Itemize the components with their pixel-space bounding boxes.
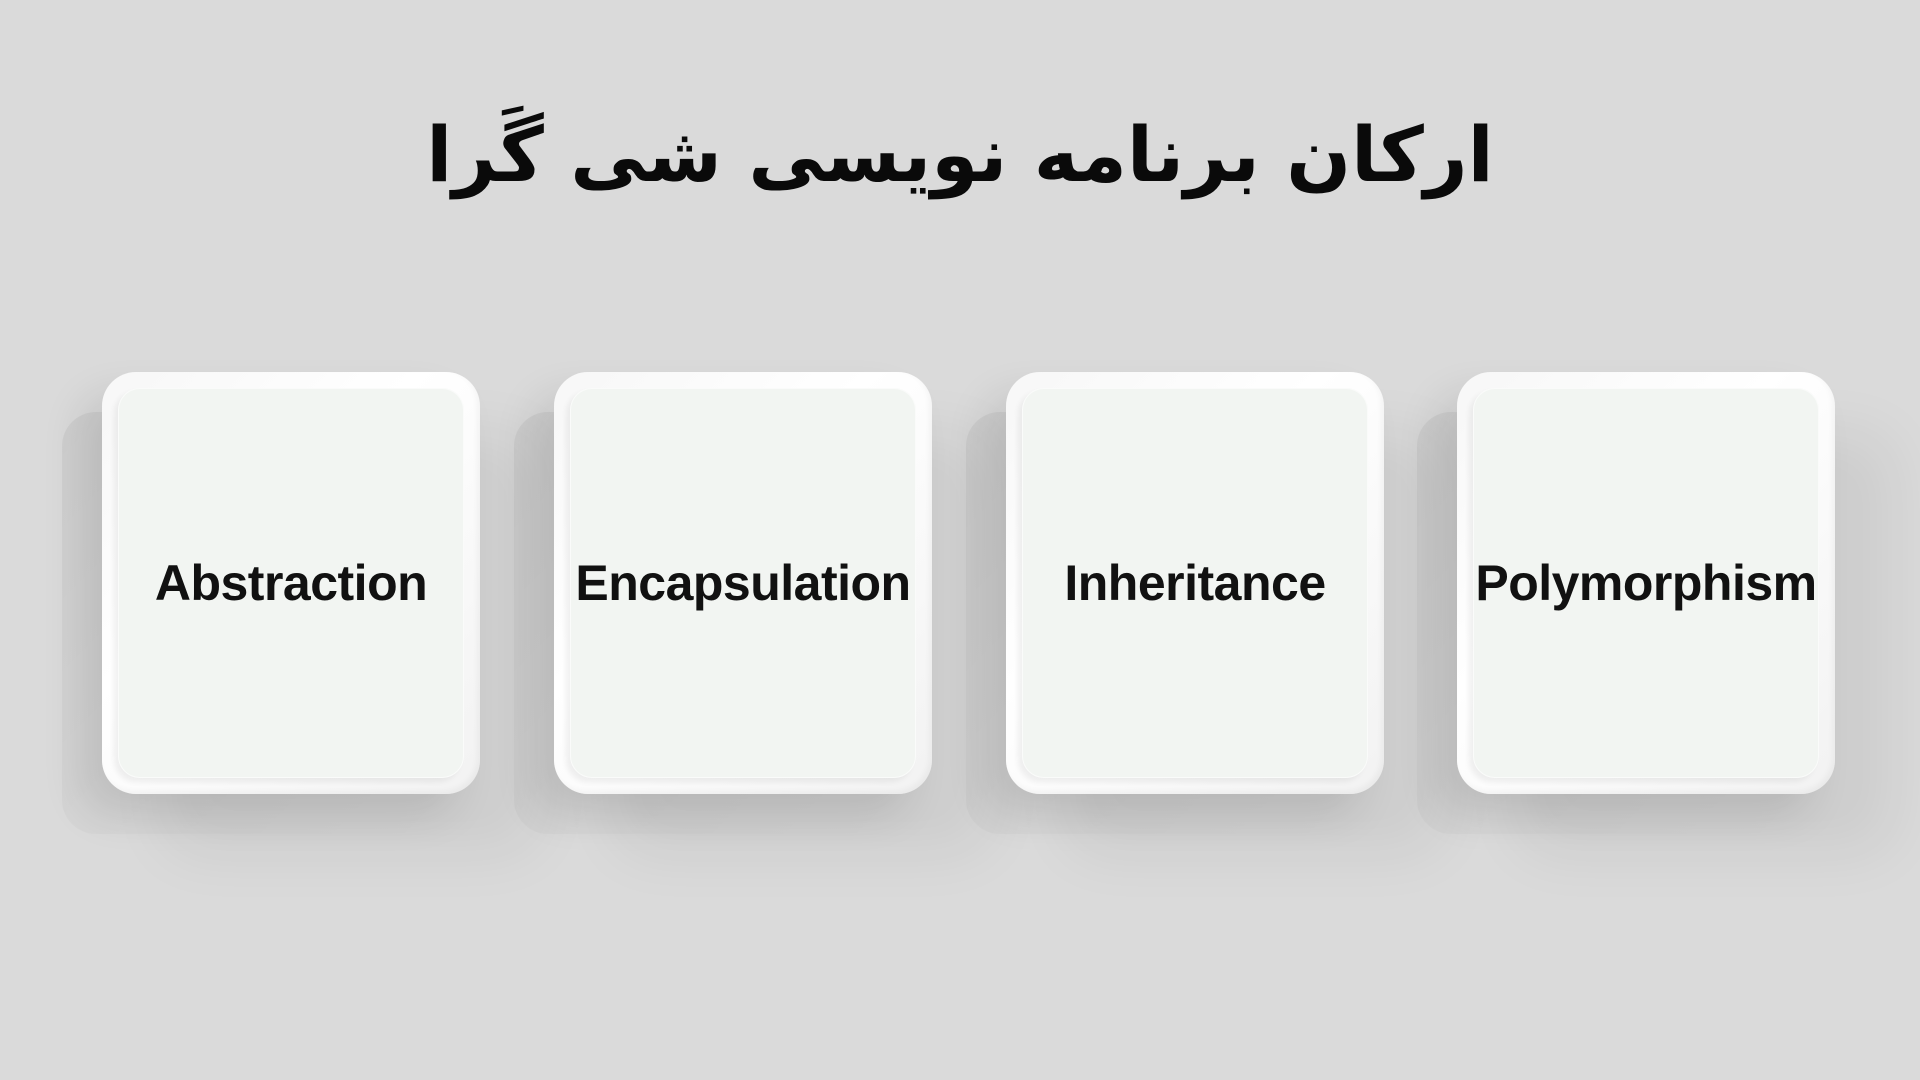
card-polymorphism: Polymorphism [1417,372,1835,834]
card-face: Inheritance [1022,388,1368,778]
card-face: Polymorphism [1473,388,1819,778]
card-label: Inheritance [1064,555,1326,611]
card-label: Polymorphism [1475,555,1817,611]
card-label: Abstraction [154,555,428,611]
card-face: Abstraction [118,388,464,778]
card-inheritance: Inheritance [966,372,1384,834]
page-title: ارکان برنامه نویسی شی گَرا [426,110,1494,199]
card-label: Encapsulation [575,555,911,611]
card-abstraction: Abstraction [62,372,480,834]
card-encapsulation: Encapsulation [514,372,932,834]
card-face: Encapsulation [570,388,916,778]
